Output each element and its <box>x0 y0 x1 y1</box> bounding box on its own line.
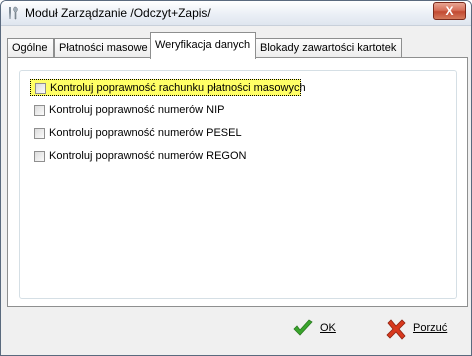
tools-icon <box>9 6 18 20</box>
checkbox-label: Kontroluj poprawność rachunku płatności … <box>50 82 306 94</box>
dialog-body: Ogólne Płatności masowe Weryfikacja dany… <box>5 27 468 352</box>
checkbox-box[interactable] <box>34 128 45 139</box>
tab-panel-weryfikacja: Kontroluj poprawność rachunku płatności … <box>7 57 468 307</box>
checkmark-icon <box>293 319 313 336</box>
checkbox-box[interactable] <box>35 83 46 94</box>
window-title: Moduł Zarządzanie /Odczyt+Zapis/ <box>25 6 211 20</box>
checkbox-label: Kontroluj poprawność numerów NIP <box>49 104 225 116</box>
ok-label: OK <box>320 322 336 334</box>
tab-platnosci-masowe[interactable]: Płatności masowe <box>54 38 151 58</box>
checkbox-box[interactable] <box>34 105 45 116</box>
tab-blokady-zawartosci-kartotek[interactable]: Blokady zawartości kartotek <box>255 38 402 58</box>
cancel-button[interactable]: Porzuć <box>385 316 455 342</box>
title-bar[interactable]: Moduł Zarządzanie /Odczyt+Zapis/ X <box>1 1 471 26</box>
close-button[interactable]: X <box>433 2 466 20</box>
checkbox-rachunek-platnosci[interactable]: Kontroluj poprawność rachunku płatności … <box>30 79 306 96</box>
tab-weryfikacja-danych[interactable]: Weryfikacja danych <box>150 32 256 59</box>
ok-button[interactable]: OK <box>292 316 352 342</box>
tab-ogolne[interactable]: Ogólne <box>7 38 54 58</box>
tab-strip: Ogólne Płatności masowe Weryfikacja dany… <box>7 32 467 59</box>
dialog-window: Moduł Zarządzanie /Odczyt+Zapis/ X Ogóln… <box>0 0 472 356</box>
checkbox-label: Kontroluj poprawność numerów PESEL <box>49 127 242 139</box>
options-group: Kontroluj poprawność rachunku płatności … <box>19 70 457 299</box>
checkbox-label: Kontroluj poprawność numerów REGON <box>49 150 247 162</box>
cross-icon <box>386 319 406 340</box>
checkbox-box[interactable] <box>34 151 45 162</box>
cancel-label: Porzuć <box>413 322 448 334</box>
